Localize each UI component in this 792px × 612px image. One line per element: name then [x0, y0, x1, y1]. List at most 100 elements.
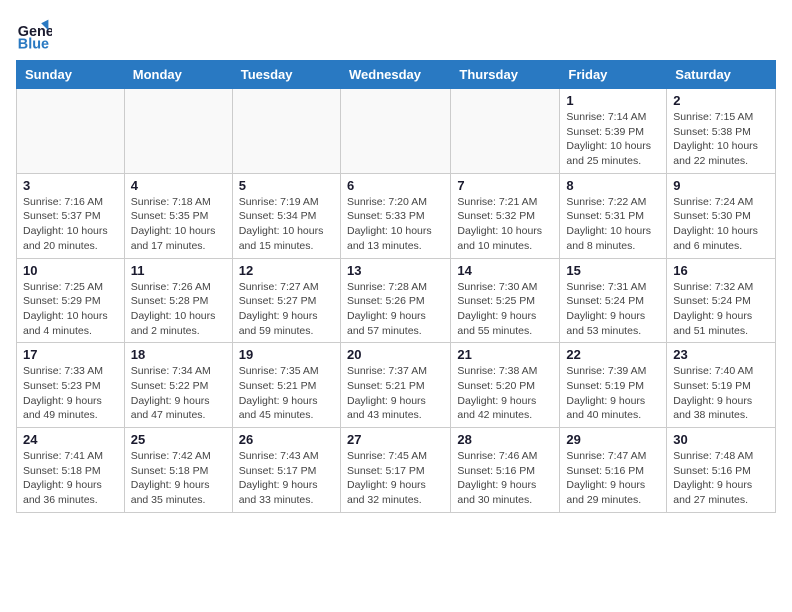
day-number: 28	[457, 432, 553, 447]
day-detail: Sunrise: 7:27 AMSunset: 5:27 PMDaylight:…	[239, 280, 334, 339]
calendar-cell: 9 Sunrise: 7:24 AMSunset: 5:30 PMDaylight…	[667, 173, 776, 258]
calendar-cell: 4 Sunrise: 7:18 AMSunset: 5:35 PMDaylight…	[124, 173, 232, 258]
calendar-cell: 17 Sunrise: 7:33 AMSunset: 5:23 PMDayligh…	[17, 343, 125, 428]
day-detail: Sunrise: 7:46 AMSunset: 5:16 PMDaylight:…	[457, 449, 553, 508]
day-number: 14	[457, 263, 553, 278]
day-number: 15	[566, 263, 660, 278]
day-number: 8	[566, 178, 660, 193]
calendar-cell: 2 Sunrise: 7:15 AMSunset: 5:38 PMDaylight…	[667, 89, 776, 174]
day-number: 7	[457, 178, 553, 193]
calendar-cell: 10Sunrise: 7:25 AMSunset: 5:29 PMDayligh…	[17, 258, 125, 343]
calendar-cell: 12 Sunrise: 7:27 AMSunset: 5:27 PMDayligh…	[232, 258, 340, 343]
day-detail: Sunrise: 7:35 AMSunset: 5:21 PMDaylight:…	[239, 364, 334, 423]
week-row-3: 17 Sunrise: 7:33 AMSunset: 5:23 PMDayligh…	[17, 343, 776, 428]
day-detail: Sunrise: 7:43 AMSunset: 5:17 PMDaylight:…	[239, 449, 334, 508]
week-row-4: 24 Sunrise: 7:41 AMSunset: 5:18 PMDayligh…	[17, 428, 776, 513]
calendar-cell: 11 Sunrise: 7:26 AMSunset: 5:28 PMDayligh…	[124, 258, 232, 343]
calendar-cell: 16 Sunrise: 7:32 AMSunset: 5:24 PMDayligh…	[667, 258, 776, 343]
day-number: 16	[673, 263, 769, 278]
day-number: 29	[566, 432, 660, 447]
day-detail: Sunrise: 7:28 AMSunset: 5:26 PMDaylight:…	[347, 280, 444, 339]
weekday-thursday: Thursday	[451, 61, 560, 89]
day-detail: Sunrise: 7:20 AMSunset: 5:33 PMDaylight:…	[347, 195, 444, 254]
day-detail: Sunrise: 7:32 AMSunset: 5:24 PMDaylight:…	[673, 280, 769, 339]
calendar-cell: 6 Sunrise: 7:20 AMSunset: 5:33 PMDaylight…	[340, 173, 450, 258]
calendar-cell: 26 Sunrise: 7:43 AMSunset: 5:17 PMDayligh…	[232, 428, 340, 513]
calendar-cell: 7 Sunrise: 7:21 AMSunset: 5:32 PMDaylight…	[451, 173, 560, 258]
calendar-cell	[340, 89, 450, 174]
calendar-table: SundayMondayTuesdayWednesdayThursdayFrid…	[16, 60, 776, 513]
day-number: 17	[23, 347, 118, 362]
calendar-cell: 13 Sunrise: 7:28 AMSunset: 5:26 PMDayligh…	[340, 258, 450, 343]
calendar-cell: 23 Sunrise: 7:40 AMSunset: 5:19 PMDayligh…	[667, 343, 776, 428]
calendar-cell: 1 Sunrise: 7:14 AMSunset: 5:39 PMDaylight…	[560, 89, 667, 174]
day-number: 1	[566, 93, 660, 108]
day-number: 3	[23, 178, 118, 193]
day-number: 26	[239, 432, 334, 447]
calendar-cell: 29 Sunrise: 7:47 AMSunset: 5:16 PMDayligh…	[560, 428, 667, 513]
day-detail: Sunrise: 7:41 AMSunset: 5:18 PMDaylight:…	[23, 449, 118, 508]
day-detail: Sunrise: 7:38 AMSunset: 5:20 PMDaylight:…	[457, 364, 553, 423]
day-detail: Sunrise: 7:21 AMSunset: 5:32 PMDaylight:…	[457, 195, 553, 254]
day-number: 4	[131, 178, 226, 193]
day-number: 12	[239, 263, 334, 278]
week-row-0: 1 Sunrise: 7:14 AMSunset: 5:39 PMDaylight…	[17, 89, 776, 174]
logo: General Blue	[16, 16, 56, 52]
day-detail: Sunrise: 7:45 AMSunset: 5:17 PMDaylight:…	[347, 449, 444, 508]
day-number: 11	[131, 263, 226, 278]
day-detail: Sunrise: 7:40 AMSunset: 5:19 PMDaylight:…	[673, 364, 769, 423]
weekday-wednesday: Wednesday	[340, 61, 450, 89]
day-number: 27	[347, 432, 444, 447]
weekday-header-row: SundayMondayTuesdayWednesdayThursdayFrid…	[17, 61, 776, 89]
day-number: 18	[131, 347, 226, 362]
day-detail: Sunrise: 7:18 AMSunset: 5:35 PMDaylight:…	[131, 195, 226, 254]
day-detail: Sunrise: 7:19 AMSunset: 5:34 PMDaylight:…	[239, 195, 334, 254]
day-detail: Sunrise: 7:31 AMSunset: 5:24 PMDaylight:…	[566, 280, 660, 339]
day-number: 13	[347, 263, 444, 278]
day-number: 6	[347, 178, 444, 193]
calendar-cell: 15 Sunrise: 7:31 AMSunset: 5:24 PMDayligh…	[560, 258, 667, 343]
weekday-friday: Friday	[560, 61, 667, 89]
day-number: 5	[239, 178, 334, 193]
calendar-cell: 24 Sunrise: 7:41 AMSunset: 5:18 PMDayligh…	[17, 428, 125, 513]
weekday-monday: Monday	[124, 61, 232, 89]
calendar-cell: 22 Sunrise: 7:39 AMSunset: 5:19 PMDayligh…	[560, 343, 667, 428]
day-detail: Sunrise: 7:14 AMSunset: 5:39 PMDaylight:…	[566, 110, 660, 169]
weekday-sunday: Sunday	[17, 61, 125, 89]
day-number: 24	[23, 432, 118, 447]
header: General Blue	[16, 16, 776, 52]
day-detail: Sunrise: 7:33 AMSunset: 5:23 PMDaylight:…	[23, 364, 118, 423]
week-row-2: 10Sunrise: 7:25 AMSunset: 5:29 PMDayligh…	[17, 258, 776, 343]
day-number: 23	[673, 347, 769, 362]
day-detail: Sunrise: 7:25 AMSunset: 5:29 PMDaylight:…	[23, 280, 118, 339]
day-number: 21	[457, 347, 553, 362]
svg-text:Blue: Blue	[18, 36, 49, 52]
calendar-cell: 19 Sunrise: 7:35 AMSunset: 5:21 PMDayligh…	[232, 343, 340, 428]
weekday-tuesday: Tuesday	[232, 61, 340, 89]
calendar-cell: 18 Sunrise: 7:34 AMSunset: 5:22 PMDayligh…	[124, 343, 232, 428]
day-detail: Sunrise: 7:26 AMSunset: 5:28 PMDaylight:…	[131, 280, 226, 339]
day-number: 9	[673, 178, 769, 193]
day-detail: Sunrise: 7:47 AMSunset: 5:16 PMDaylight:…	[566, 449, 660, 508]
day-detail: Sunrise: 7:42 AMSunset: 5:18 PMDaylight:…	[131, 449, 226, 508]
calendar-cell: 30Sunrise: 7:48 AMSunset: 5:16 PMDayligh…	[667, 428, 776, 513]
calendar-cell: 14Sunrise: 7:30 AMSunset: 5:25 PMDayligh…	[451, 258, 560, 343]
day-number: 2	[673, 93, 769, 108]
day-number: 22	[566, 347, 660, 362]
day-detail: Sunrise: 7:39 AMSunset: 5:19 PMDaylight:…	[566, 364, 660, 423]
day-number: 30	[673, 432, 769, 447]
calendar-cell: 21 Sunrise: 7:38 AMSunset: 5:20 PMDayligh…	[451, 343, 560, 428]
day-detail: Sunrise: 7:16 AMSunset: 5:37 PMDaylight:…	[23, 195, 118, 254]
calendar-cell	[232, 89, 340, 174]
calendar-body: 1 Sunrise: 7:14 AMSunset: 5:39 PMDaylight…	[17, 89, 776, 513]
week-row-1: 3 Sunrise: 7:16 AMSunset: 5:37 PMDaylight…	[17, 173, 776, 258]
calendar-cell: 3 Sunrise: 7:16 AMSunset: 5:37 PMDaylight…	[17, 173, 125, 258]
day-detail: Sunrise: 7:24 AMSunset: 5:30 PMDaylight:…	[673, 195, 769, 254]
day-detail: Sunrise: 7:22 AMSunset: 5:31 PMDaylight:…	[566, 195, 660, 254]
day-detail: Sunrise: 7:15 AMSunset: 5:38 PMDaylight:…	[673, 110, 769, 169]
day-number: 19	[239, 347, 334, 362]
weekday-saturday: Saturday	[667, 61, 776, 89]
day-number: 20	[347, 347, 444, 362]
calendar-cell	[124, 89, 232, 174]
day-detail: Sunrise: 7:34 AMSunset: 5:22 PMDaylight:…	[131, 364, 226, 423]
